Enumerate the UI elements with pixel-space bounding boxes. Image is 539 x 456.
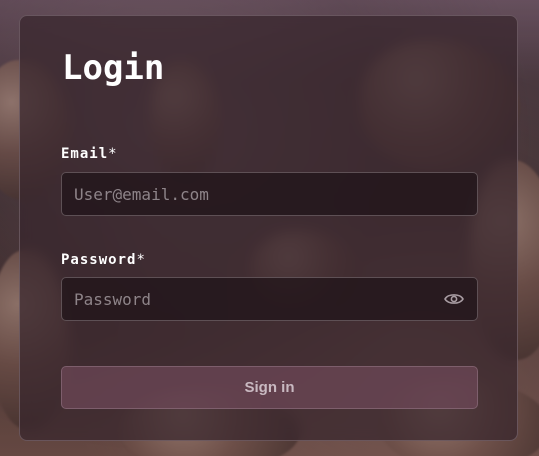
password-label: Password* — [61, 252, 146, 268]
email-label-text: Email — [61, 146, 109, 162]
password-required-mark: * — [136, 252, 146, 268]
email-required-mark: * — [108, 146, 118, 162]
login-card: Login Email* Password* Sign in — [19, 15, 518, 441]
eye-icon-graphic — [444, 294, 464, 304]
eye-icon[interactable] — [443, 289, 465, 309]
password-field[interactable] — [61, 277, 478, 321]
email-input[interactable] — [74, 173, 434, 215]
password-input[interactable] — [74, 278, 434, 320]
password-label-text: Password — [61, 252, 137, 268]
sign-in-button[interactable]: Sign in — [61, 366, 478, 409]
email-field[interactable] — [61, 172, 478, 216]
login-title: Login — [62, 48, 165, 88]
email-label: Email* — [61, 146, 118, 162]
